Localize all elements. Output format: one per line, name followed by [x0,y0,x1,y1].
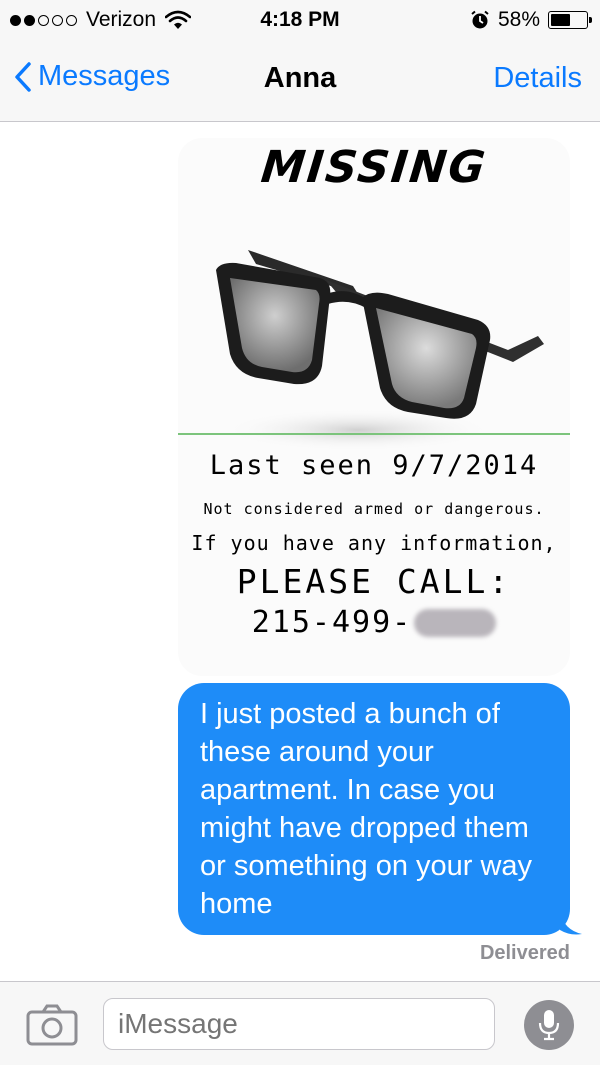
sent-message-bubble[interactable]: I just posted a bunch of these around yo… [178,683,570,935]
redacted-blur [414,608,497,637]
microphone-button[interactable] [524,1000,574,1050]
status-bar: Verizon 4:18 PM 58% [0,0,600,40]
poster-last-seen: Last seen 9/7/2014 [209,450,539,481]
image-message[interactable]: MISSING Last seen 9/7/2014 Not considere… [178,138,570,676]
poster-call: PLEASE CALL: [236,562,512,601]
alarm-icon [471,10,489,29]
input-bar [0,981,600,1065]
bubble-tail [560,912,582,935]
details-button[interactable]: Details [493,62,582,95]
battery-nub [589,17,592,23]
delivery-status: Delivered [479,942,570,964]
poster-divider [178,433,570,435]
battery-icon [548,11,592,29]
poster-info: If you have any information, [191,531,557,555]
battery-fill [551,14,571,26]
poster-phone-number: 215-499- [251,605,413,640]
glasses-icon [216,250,544,452]
top-bar: Verizon 4:18 PM 58% Messages Anna Detail… [0,0,600,122]
sent-message-text: I just posted a bunch of these around yo… [200,698,533,920]
poster-phone: 215-499- [178,605,570,640]
camera-icon[interactable] [26,1004,78,1046]
battery-percent: 58% [497,8,540,31]
poster-title: MISSING [258,142,490,193]
navigation-bar: Messages Anna Details [0,40,600,122]
microphone-icon [538,1010,560,1041]
status-right: 58% [470,8,592,32]
poster-note: Not considered armed or dangerous. [203,500,545,518]
message-input[interactable] [103,998,495,1050]
